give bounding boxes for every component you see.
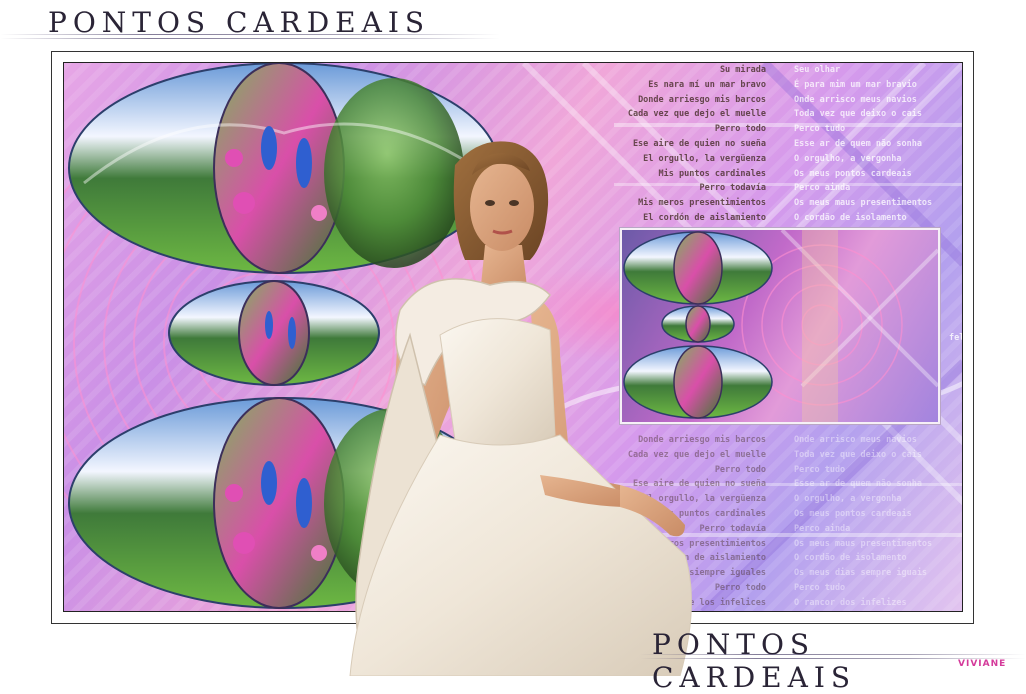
artist-signature: VIVIANE [958,659,1007,669]
woman-in-white-dress [349,141,692,676]
title-underline-top [0,34,500,42]
poem-fragment: feliz [949,333,962,343]
poem-portuguese-lower: Onde arrisco meus navios Toda vez que de… [794,435,933,608]
poem-portuguese-upper: Seu olhar É para mim um mar bravio Onde … [794,65,933,223]
